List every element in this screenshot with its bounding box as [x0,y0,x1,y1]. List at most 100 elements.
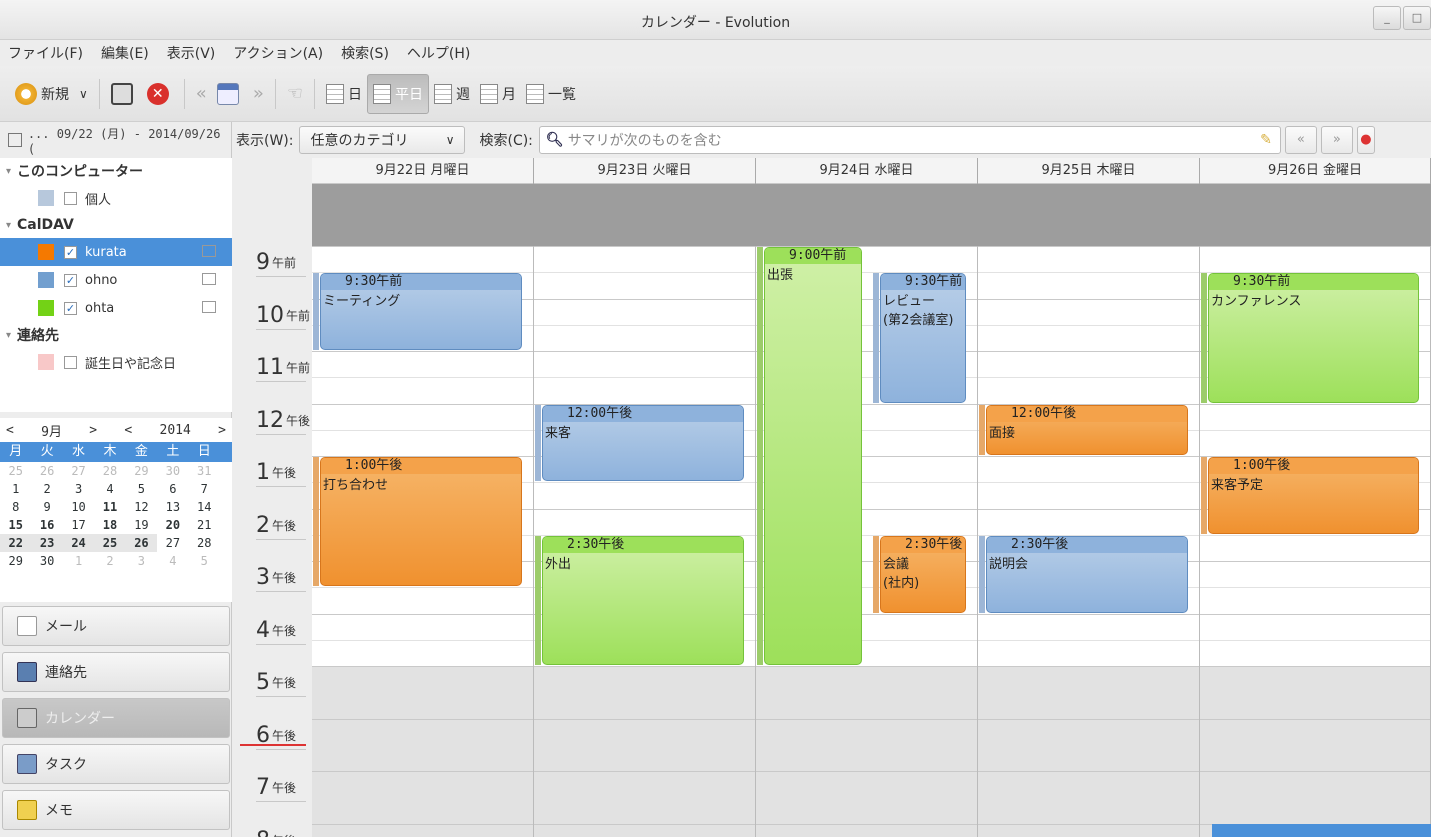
minical-day[interactable]: 7 [189,480,220,498]
minical-day[interactable]: 30 [157,462,188,480]
minical-day[interactable]: 12 [126,498,157,516]
minical-day[interactable]: 26 [125,534,158,552]
calendar-checkbox[interactable]: ✓ [64,245,77,259]
goto-date-button[interactable]: ☜ [282,74,308,114]
save-button[interactable] [106,74,142,114]
event[interactable]: 12:00午後 面接 [986,404,1188,455]
event[interactable]: 9:30午前 レビュー (第2会議室) [880,273,966,403]
search-input[interactable]: 🔍︎ サマリが次のものを含む ✎ [538,126,1281,154]
minical-day[interactable]: 25 [0,462,31,480]
minical-day[interactable]: 14 [189,498,220,516]
switcher-tasks-button[interactable]: タスク [2,744,230,784]
clear-icon[interactable]: ✎ [1260,132,1272,148]
source-item[interactable]: ✓ ohta [0,294,232,322]
menu-file[interactable]: ファイル(F) [8,43,83,63]
prev-month-arrow[interactable]: < [6,423,14,438]
maximize-button[interactable]: □ [1403,6,1431,30]
next-month-arrow[interactable]: > [89,423,97,438]
event[interactable]: 9:30午前 カンファレンス [1208,273,1419,403]
search-back-button[interactable]: « [1284,126,1317,154]
source-group[interactable]: ▾ CalDAV [0,212,232,238]
minical-day[interactable]: 13 [157,498,188,516]
time-grid[interactable]: 9:30午前 ミーティング 1:00午後 打ち合わせ 12:00午後 来客 2:30午後 外出… [312,246,1431,837]
view-day-button[interactable]: 日 [321,74,367,114]
minical-day[interactable]: 31 [189,462,220,480]
previous-button[interactable]: « [191,74,212,114]
minical-day[interactable]: 17 [63,516,94,534]
category-select[interactable]: 任意のカテゴリ ∨ [299,126,466,154]
new-button[interactable]: 新規 ∨ [10,74,93,114]
minical-day[interactable]: 9 [31,498,62,516]
minical-day[interactable]: 25 [94,534,126,552]
minical-day[interactable]: 29 [0,552,31,570]
day-header[interactable]: 9月24日 水曜日 [756,158,978,184]
source-item[interactable]: 個人 [0,184,232,212]
switcher-memos-button[interactable]: メモ [2,790,230,830]
minical-day[interactable]: 27 [63,462,94,480]
event[interactable]: 9:30午前 ミーティング [320,273,522,350]
expander-icon[interactable]: ▾ [6,330,11,341]
minical-day[interactable]: 28 [94,462,125,480]
minical-day[interactable]: 5 [126,480,157,498]
prev-year-arrow[interactable]: < [124,423,132,438]
expander-icon[interactable]: ▾ [6,220,11,231]
minical-day[interactable]: 5 [189,552,220,570]
minical-day[interactable]: 22 [0,534,32,552]
all-day-area[interactable] [312,184,1431,246]
minical-day[interactable]: 3 [126,552,157,570]
minical-day[interactable]: 28 [189,534,220,552]
minical-day[interactable]: 15 [0,516,31,534]
event[interactable]: 1:00午後 打ち合わせ [320,457,522,587]
minical-day[interactable]: 26 [31,462,62,480]
minical-day[interactable]: 2 [94,552,125,570]
minical-day[interactable]: 3 [63,480,94,498]
minimize-button[interactable]: _ [1373,6,1401,30]
minical-day[interactable]: 4 [157,552,188,570]
day-header[interactable]: 9月22日 月曜日 [312,158,534,184]
minical-day[interactable]: 2 [31,480,62,498]
day-header[interactable]: 9月26日 金曜日 [1200,158,1431,184]
minical-day[interactable]: 20 [157,516,188,534]
calendar-checkbox[interactable] [64,355,77,369]
minical-day[interactable]: 1 [0,480,31,498]
minical-day[interactable]: 11 [94,498,125,516]
minical-day[interactable]: 30 [31,552,62,570]
event[interactable]: 2:30午後 外出 [542,535,744,665]
source-group[interactable]: ▾ このコンピューター [0,158,232,184]
minical-day[interactable]: 6 [157,480,188,498]
source-group[interactable]: ▾ 連絡先 [0,322,232,348]
menu-search[interactable]: 検索(S) [341,43,389,63]
event[interactable]: 9:00午前 出張 [764,247,862,665]
minical-day[interactable]: 4 [94,480,125,498]
view-workweek-button[interactable]: 平日 [366,73,429,114]
view-list-button[interactable]: 一覧 [521,74,581,114]
minical-day[interactable]: 10 [63,498,94,516]
calendar-checkbox[interactable]: ✓ [64,301,77,315]
next-year-arrow[interactable]: > [218,423,226,438]
calendar-checkbox[interactable]: ✓ [64,273,77,287]
menu-view[interactable]: 表示(V) [167,43,216,63]
switcher-mail-button[interactable]: メール [2,606,230,646]
minical-day[interactable]: 1 [63,552,94,570]
menu-help[interactable]: ヘルプ(H) [407,43,470,63]
minical-day[interactable]: 16 [31,516,62,534]
expander-icon[interactable]: ▾ [6,166,11,177]
event[interactable]: 1:00午後 来客予定 [1208,457,1419,534]
minical-day[interactable]: 18 [94,516,125,534]
next-button[interactable]: » [248,74,269,114]
day-header[interactable]: 9月23日 火曜日 [534,158,756,184]
source-item[interactable]: 誕生日や記念日 [0,348,232,376]
minical-day[interactable]: 24 [62,534,95,552]
minical-day[interactable]: 21 [189,516,220,534]
today-button[interactable] [212,74,248,114]
day-header[interactable]: 9月25日 木曜日 [978,158,1200,184]
view-week-button[interactable]: 週 [429,74,475,114]
minical-day[interactable]: 19 [126,516,157,534]
minical-day[interactable]: 27 [157,534,188,552]
search-forward-button[interactable]: » [1320,126,1353,154]
menu-actions[interactable]: アクション(A) [233,43,323,63]
source-item[interactable]: ✓ ohno [0,266,232,294]
minical-day[interactable]: 23 [31,534,63,552]
minical-day[interactable]: 29 [126,462,157,480]
menu-edit[interactable]: 編集(E) [101,43,149,63]
